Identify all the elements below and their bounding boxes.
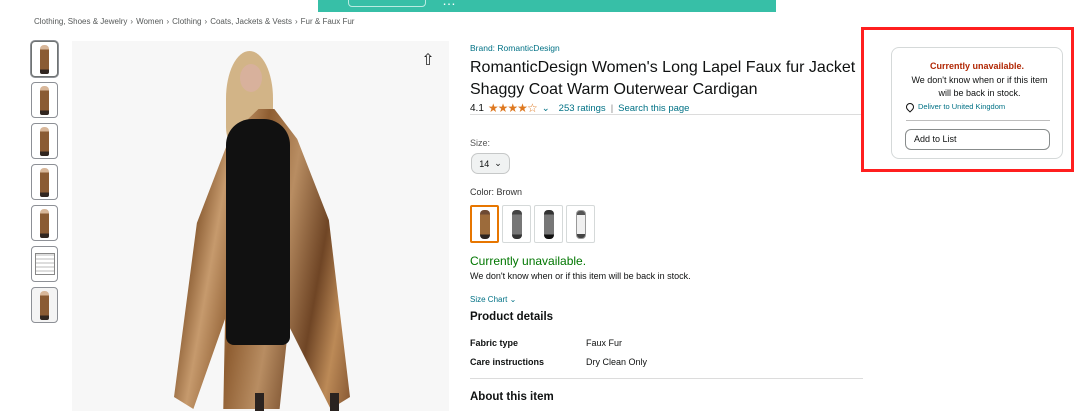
- product-title: RomanticDesign Women's Long Lapel Faux f…: [470, 59, 856, 98]
- breadcrumb-separator: ›: [295, 17, 298, 26]
- product-details-heading: Product details: [470, 311, 554, 323]
- search-this-page-link[interactable]: Search this page: [618, 103, 689, 114]
- thumbnail-image-2[interactable]: [31, 82, 58, 118]
- image-thumbnails: [31, 41, 59, 328]
- buybox-availability-status: Currently unavailable.: [929, 61, 1025, 71]
- thumbnail-figure: [40, 85, 49, 115]
- truck-icon: [348, 0, 426, 7]
- color-swatch-black[interactable]: [534, 205, 563, 243]
- breadcrumb: Clothing, Shoes & Jewelry › Women › Clothing…: [34, 17, 354, 26]
- availability-message: We don't know when or if this item will …: [470, 271, 691, 281]
- details-divider: [470, 378, 863, 379]
- black-dress: [226, 119, 290, 345]
- rating-separator: |: [610, 102, 614, 114]
- deliver-to-text: Deliver to United Kingdom: [918, 102, 1006, 111]
- right-leg: [330, 393, 339, 411]
- color-swatches: [470, 205, 595, 243]
- detail-label-fabric-type: Fabric type: [470, 338, 519, 348]
- thumbnail-figure: [40, 126, 49, 156]
- thumbnail-image-6[interactable]: [31, 287, 58, 323]
- chevron-down-icon: ⌄: [494, 158, 502, 168]
- buybox-divider: [906, 120, 1050, 121]
- breadcrumb-separator: ›: [166, 17, 170, 26]
- breadcrumb-women[interactable]: Women: [136, 17, 163, 26]
- thumbnail-image-1[interactable]: [31, 41, 58, 77]
- size-dropdown[interactable]: 14 ⌄: [471, 153, 510, 174]
- detail-value-care-instructions: Dry Clean Only: [586, 357, 648, 367]
- detail-value-fabric-type: Faux Fur: [586, 338, 623, 348]
- availability-status: Currently unavailable.: [470, 254, 587, 268]
- left-leg: [255, 393, 264, 411]
- thumbnail-figure: [40, 208, 49, 238]
- rating-row: 4.1 ★★★★☆ ⌄ 253 ratings | Search this pa…: [470, 101, 689, 115]
- thumbnail-figure: [40, 167, 49, 197]
- thumbnail-size-chart[interactable]: [31, 246, 58, 282]
- breadcrumb-coats-jackets-vests[interactable]: Coats, Jackets & Vests: [210, 17, 292, 26]
- breadcrumb-separator: ›: [130, 17, 134, 26]
- size-chart-link[interactable]: Size Chart ⌄: [470, 295, 516, 304]
- color-swatch-brown[interactable]: [470, 205, 499, 243]
- add-to-list-button[interactable]: Add to List: [905, 129, 1050, 150]
- breadcrumb-clothing[interactable]: Clothing: [172, 17, 201, 26]
- ratings-count-link[interactable]: 253 ratings: [559, 103, 606, 114]
- breadcrumb-fur-faux-fur[interactable]: Fur & Faux Fur: [301, 17, 355, 26]
- thumbnail-figure: [40, 44, 49, 74]
- main-product-image[interactable]: [72, 41, 449, 411]
- model-face: [240, 64, 262, 92]
- size-label: Size:: [470, 138, 491, 148]
- color-label: Color: Brown: [470, 187, 523, 197]
- thumbnail-image-3[interactable]: [31, 123, 58, 159]
- deliver-to-link[interactable]: Deliver to United Kingdom: [904, 100, 1006, 113]
- color-swatch-gray[interactable]: [502, 205, 531, 243]
- gray-coat-swatch-image: [511, 209, 522, 239]
- size-value: 14: [479, 158, 490, 169]
- location-pin-icon: [904, 100, 916, 113]
- top-banner[interactable]: …: [318, 0, 776, 12]
- size-chart-thumbnail-graphic: [34, 253, 55, 275]
- detail-label-care-instructions: Care instructions: [470, 357, 545, 367]
- about-this-item-heading: About this item: [470, 391, 554, 403]
- color-swatch-white[interactable]: [566, 205, 595, 243]
- buybox-availability-message: We don't know when or if this item will …: [911, 75, 1048, 98]
- breadcrumb-separator: ›: [204, 17, 208, 26]
- rating-chevron-icon[interactable]: ⌄: [542, 103, 550, 114]
- white-coat-swatch-image: [575, 209, 586, 239]
- thumbnail-image-5[interactable]: [31, 205, 58, 241]
- share-icon[interactable]: ⇧: [421, 53, 435, 69]
- rating-value: 4.1: [470, 102, 484, 114]
- breadcrumb-clothing-shoes-jewelry[interactable]: Clothing, Shoes & Jewelry: [34, 17, 127, 26]
- banner-text: …: [442, 0, 456, 8]
- star-rating-icon[interactable]: ★★★★☆: [488, 101, 538, 115]
- buy-box: Currently unavailable. We don't know whe…: [891, 47, 1063, 159]
- title-divider: [470, 114, 863, 115]
- brown-coat-swatch-image: [479, 209, 490, 239]
- black-coat-swatch-image: [543, 209, 554, 239]
- thumbnail-figure: [40, 290, 49, 320]
- thumbnail-image-4[interactable]: [31, 164, 58, 200]
- brand-link[interactable]: Brand: RomanticDesign: [470, 43, 560, 53]
